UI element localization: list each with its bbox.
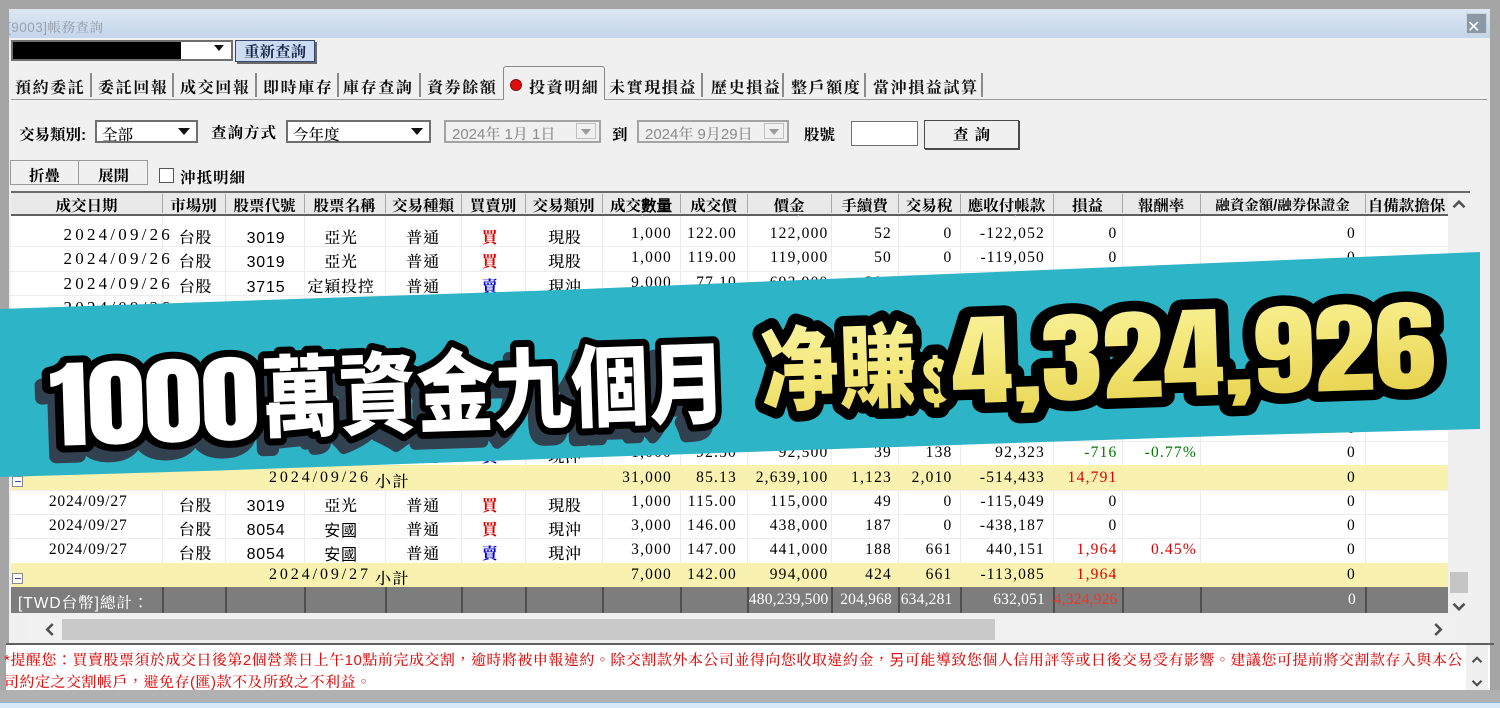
svg-text:净賺$4,324,926: 净賺$4,324,926 — [758, 270, 1437, 443]
